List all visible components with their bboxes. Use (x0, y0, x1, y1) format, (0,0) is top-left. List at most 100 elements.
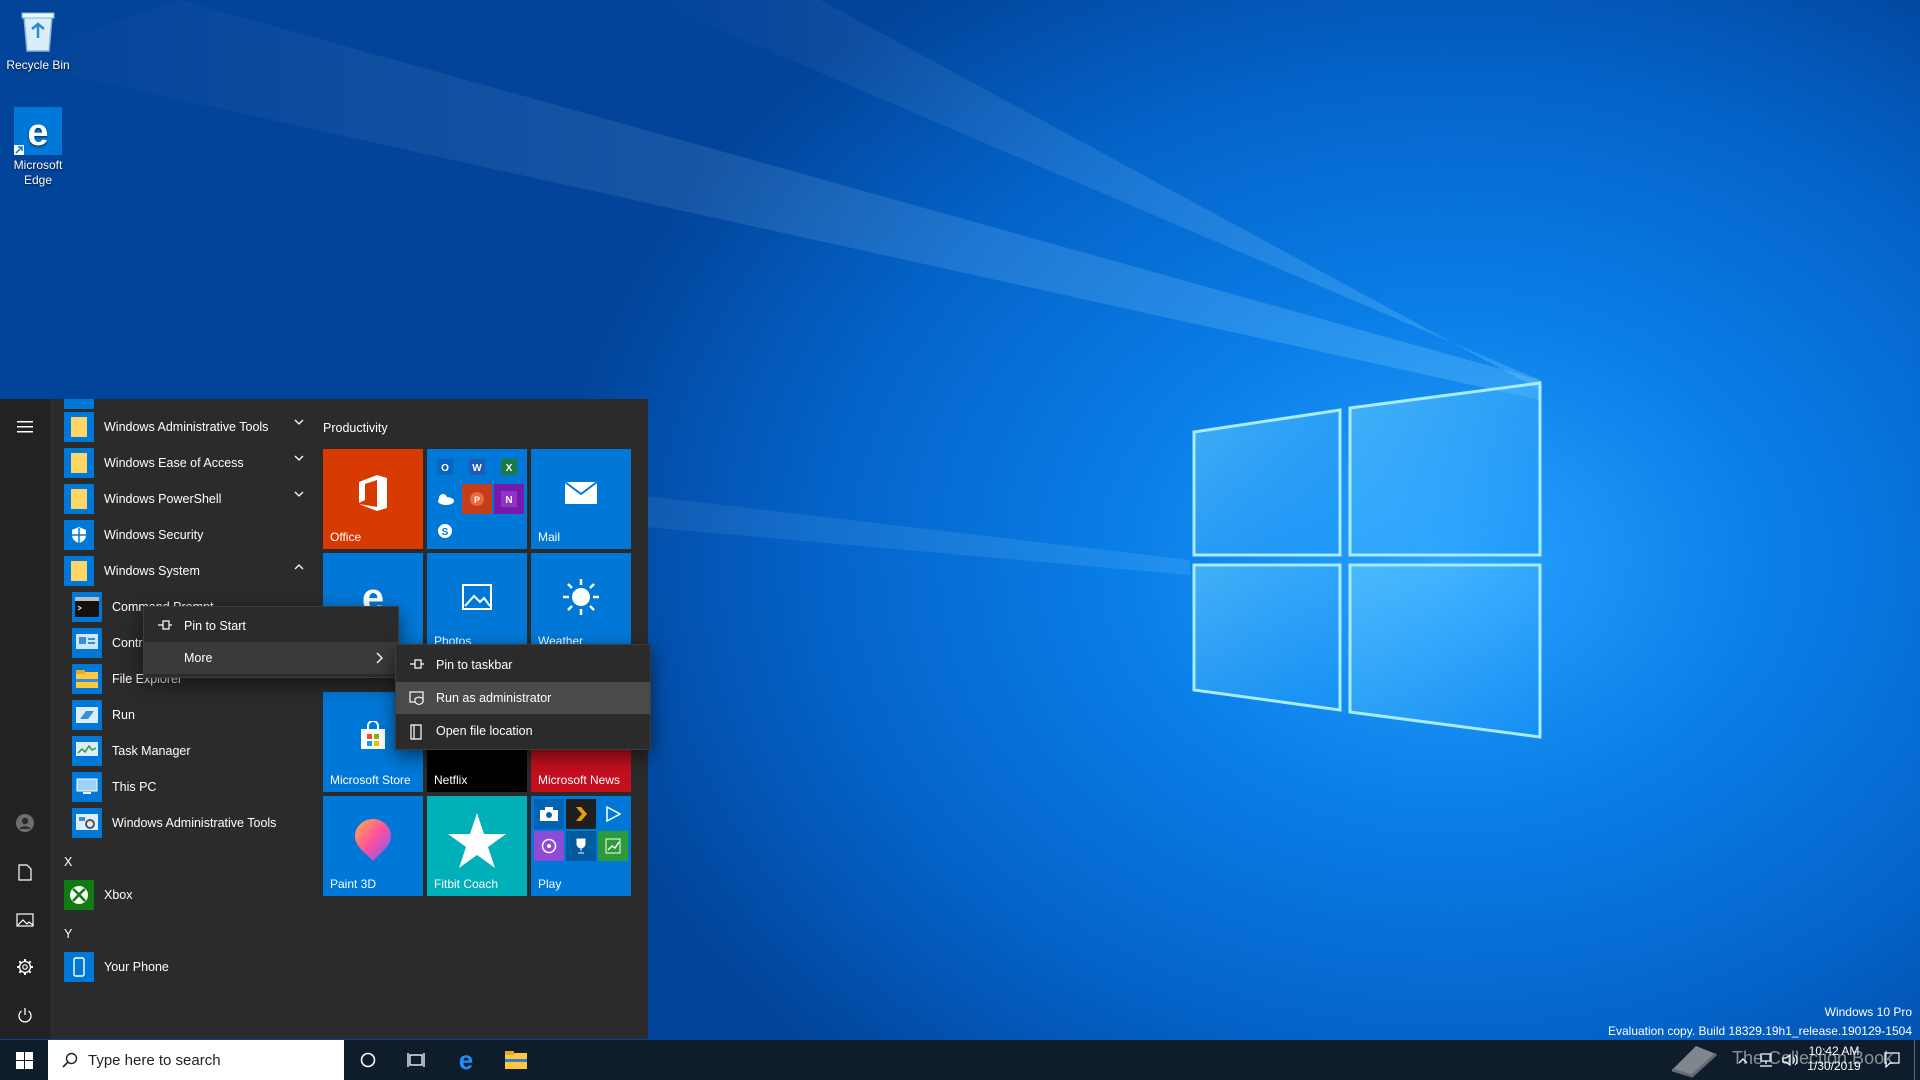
context-menu: Pin to Start More (143, 606, 399, 678)
tile-photos[interactable]: Photos (427, 553, 527, 653)
svg-text:e: e (459, 1048, 473, 1072)
app-xbox[interactable]: Xbox (64, 878, 133, 912)
build-watermark: Evaluation copy. Build 18329.19h1_releas… (1607, 1024, 1912, 1038)
volume-button[interactable] (1778, 1040, 1802, 1080)
user-avatar-icon (16, 814, 34, 832)
tile-mail[interactable]: Mail (531, 449, 631, 549)
speaker-icon (1782, 1053, 1798, 1067)
tile-label: Fitbit Coach (434, 877, 499, 891)
app-windows-security[interactable]: Windows Security (64, 518, 203, 552)
pin-icon (158, 620, 172, 630)
money-chart-icon (598, 831, 628, 861)
app-label: Your Phone (104, 960, 169, 974)
menu-item-label: Pin to taskbar (436, 658, 513, 672)
clock-time: 10:42 AM (1808, 1044, 1860, 1058)
open-file-location-item[interactable]: Open file location (396, 715, 650, 747)
app-folder-windows-system[interactable]: Windows System (64, 554, 304, 588)
clock[interactable]: 10:42 AM 1/30/2019 (1802, 1044, 1866, 1074)
account-button[interactable] (0, 800, 50, 846)
network-icon (1760, 1053, 1772, 1067)
tile-group-title[interactable]: Productivity (323, 421, 388, 435)
app-folder-powershell[interactable]: Windows PowerShell (64, 482, 304, 516)
word-icon: W (462, 452, 492, 482)
chevron-down-icon (294, 491, 304, 497)
network-button[interactable] (1754, 1040, 1778, 1080)
folder-icon (64, 399, 94, 409)
app-your-phone[interactable]: Your Phone (64, 950, 169, 984)
power-button[interactable] (0, 992, 50, 1038)
taskbar-edge-button[interactable]: e (442, 1040, 490, 1080)
app-windows-administrative-tools[interactable]: Windows Administrative Tools (72, 806, 276, 840)
documents-button[interactable] (0, 849, 50, 895)
admin-tools-icon (72, 808, 102, 838)
chevron-up-icon (1738, 1057, 1748, 1063)
tile-paint-3d[interactable]: Paint 3D (323, 796, 423, 896)
tile-label: Microsoft News (538, 773, 621, 787)
clock-date: 1/30/2019 (1807, 1059, 1861, 1073)
cortana-button[interactable] (344, 1040, 392, 1080)
menu-item-label: Run as administrator (436, 691, 552, 705)
app-label: Windows PowerShell (104, 492, 222, 506)
chevron-down-icon (294, 419, 304, 425)
menu-item-label: Open file location (436, 724, 533, 738)
app-folder-ease-of-access[interactable]: Windows Ease of Access (64, 446, 304, 480)
show-desktop-button[interactable] (1914, 1040, 1920, 1080)
app-this-pc[interactable]: This PC (72, 770, 156, 804)
office-icon (359, 475, 387, 511)
tile-office-apps-group[interactable]: O W X P N S (427, 449, 527, 549)
tile-label: Paint 3D (330, 877, 377, 891)
app-label: Windows Administrative Tools (112, 816, 277, 830)
more-item[interactable]: More (144, 642, 398, 674)
expand-menu-button[interactable] (0, 404, 50, 450)
section-letter-y[interactable]: Y (64, 927, 72, 941)
onedrive-icon (430, 484, 460, 514)
windows-logo-graphic (1192, 381, 1542, 739)
start-button[interactable] (0, 1040, 48, 1080)
paint-3d-icon (355, 819, 391, 861)
show-hidden-icons-button[interactable] (1732, 1040, 1754, 1080)
pictures-button[interactable] (0, 897, 50, 943)
tile-label: Play (538, 877, 562, 891)
phone-icon (64, 952, 94, 982)
trophy-icon (566, 831, 596, 861)
app-label: Windows System (104, 564, 200, 578)
action-center-button[interactable] (1872, 1040, 1912, 1080)
microsoft-edge-label: Microsoft Edge (13, 158, 63, 187)
app-label: Run (112, 708, 135, 722)
tile-label: Microsoft Store (330, 773, 411, 787)
pin-to-start-item[interactable]: Pin to Start (144, 610, 398, 642)
app-label: Task Manager (112, 744, 191, 758)
svg-text:e: e (27, 112, 48, 154)
taskbar: Type here to search e The Collection Boo… (0, 1040, 1920, 1080)
pin-to-taskbar-item[interactable]: Pin to taskbar (396, 649, 650, 681)
tile-office[interactable]: Office (323, 449, 423, 549)
tile-fitbit-coach[interactable]: Fitbit Coach (427, 796, 527, 896)
tile-weather[interactable]: Weather (531, 553, 631, 653)
section-letter-x[interactable]: X (64, 855, 72, 869)
taskbar-file-explorer-button[interactable] (492, 1040, 540, 1080)
tile-play-group[interactable]: Play (531, 796, 631, 896)
app-run[interactable]: Run (72, 698, 135, 732)
recycle-bin-shortcut[interactable]: Recycle Bin (0, 6, 76, 73)
app-label: Windows Ease of Access (104, 456, 244, 470)
app-folder-admin-tools[interactable]: Windows Administrative Tools (64, 410, 304, 444)
xbox-icon (64, 880, 94, 910)
task-manager-icon (72, 736, 102, 766)
shield-icon (64, 520, 94, 550)
microsoft-edge-shortcut[interactable]: e Microsoft Edge (0, 106, 76, 188)
chevron-up-icon (294, 564, 304, 570)
settings-button[interactable] (0, 944, 50, 990)
run-as-administrator-item[interactable]: Run as administrator (396, 682, 650, 714)
star-icon (448, 813, 506, 868)
recycle-bin-icon (13, 6, 63, 56)
excel-icon: X (494, 452, 524, 482)
task-view-button[interactable] (392, 1040, 440, 1080)
search-box[interactable]: Type here to search (48, 1040, 344, 1080)
movies-tv-icon (598, 799, 628, 829)
file-explorer-icon (72, 664, 102, 694)
book-icon (1671, 1046, 1718, 1078)
edge-icon: e (459, 1048, 473, 1072)
app-task-manager[interactable]: Task Manager (72, 734, 191, 768)
edition-watermark: Windows 10 Pro (1824, 1005, 1912, 1019)
svg-text:X: X (506, 463, 513, 474)
